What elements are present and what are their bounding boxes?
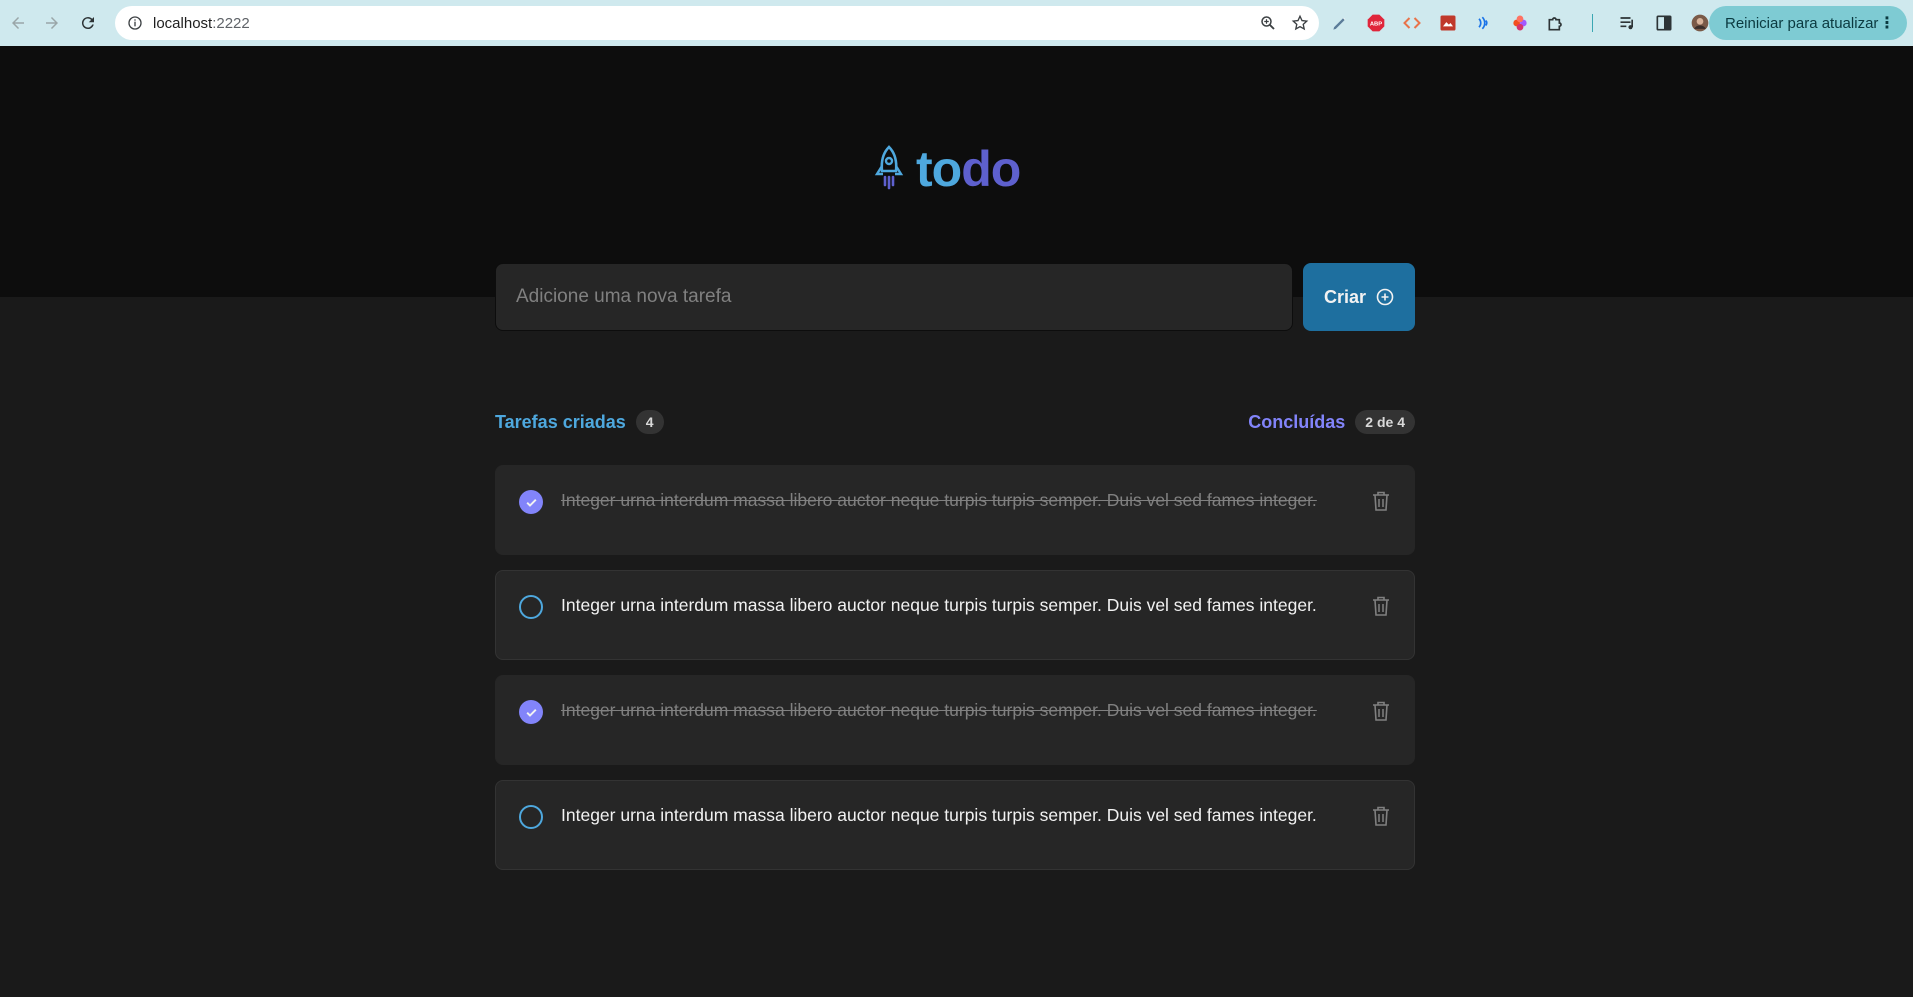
code-icon[interactable] (1400, 11, 1424, 35)
task-text: Integer urna interdum massa libero aucto… (561, 490, 1317, 510)
update-label: Reiniciar para atualizar (1725, 14, 1879, 32)
svg-text:ABP: ABP (1370, 22, 1382, 28)
pen-icon[interactable] (1328, 11, 1352, 35)
app-logo: todo (872, 140, 1021, 198)
wave-icon[interactable] (1472, 11, 1496, 35)
created-label: Tarefas criadas (495, 411, 626, 432)
task-item: Integer urna interdum massa libero aucto… (495, 465, 1415, 555)
reload-icon[interactable] (73, 8, 103, 38)
trash-icon[interactable] (1369, 594, 1393, 618)
task-text: Integer urna interdum massa libero aucto… (561, 700, 1317, 720)
more-menu-icon[interactable]: ⋮ (1879, 13, 1895, 33)
bookmark-star-icon[interactable] (1291, 14, 1309, 32)
checkmark-icon (525, 498, 537, 507)
done-counter: Concluídas 2 de 4 (1248, 410, 1415, 434)
site-info-icon[interactable] (127, 15, 143, 31)
created-counter: Tarefas criadas 4 (495, 410, 664, 434)
created-count-badge: 4 (635, 410, 664, 434)
task-text: Integer urna interdum massa libero aucto… (561, 595, 1317, 615)
rocket-icon (874, 145, 904, 190)
logo-text: todo (916, 141, 1021, 197)
task-list: Integer urna interdum massa libero aucto… (495, 465, 1415, 885)
sidepanel-icon[interactable] (1652, 11, 1676, 35)
new-task-input[interactable] (495, 263, 1293, 331)
create-label: Criar (1323, 286, 1367, 307)
browser-toolbar: localhost:2222 ABP Reiniciar para atuali… (0, 0, 1913, 46)
task-checkbox-checked[interactable] (519, 700, 543, 724)
figma-icon[interactable] (1508, 11, 1532, 35)
create-button[interactable]: Criar (1303, 263, 1415, 331)
trash-icon[interactable] (1369, 489, 1393, 513)
zoom-icon[interactable] (1259, 14, 1277, 32)
forward-icon[interactable] (37, 8, 67, 38)
adblock-icon[interactable]: ABP (1364, 11, 1388, 35)
address-bar[interactable]: localhost:2222 (115, 6, 1319, 40)
task-counters: Tarefas criadas 4 Concluídas 2 de 4 (495, 409, 1415, 435)
checkmark-icon (525, 708, 537, 717)
task-checkbox-unchecked[interactable] (519, 595, 543, 619)
done-label: Concluídas (1248, 411, 1346, 432)
task-item: Integer urna interdum massa libero aucto… (495, 780, 1415, 870)
media-icon[interactable] (1616, 11, 1640, 35)
extensions-area: ABP (1328, 0, 1712, 46)
back-icon[interactable] (3, 8, 33, 38)
image-ext-icon[interactable] (1436, 11, 1460, 35)
done-count-badge: 2 de 4 (1355, 410, 1415, 434)
task-text: Integer urna interdum massa libero aucto… (561, 805, 1317, 825)
task-item: Integer urna interdum massa libero aucto… (495, 675, 1415, 765)
plus-circle-icon (1376, 288, 1394, 306)
puzzle-icon[interactable] (1544, 11, 1568, 35)
trash-icon[interactable] (1369, 699, 1393, 723)
update-button[interactable]: Reiniciar para atualizar ⋮ (1709, 6, 1907, 40)
task-item: Integer urna interdum massa libero aucto… (495, 570, 1415, 660)
url-text: localhost:2222 (153, 14, 250, 32)
task-checkbox-unchecked[interactable] (519, 805, 543, 829)
task-checkbox-checked[interactable] (519, 490, 543, 514)
divider (1580, 11, 1604, 35)
trash-icon[interactable] (1369, 804, 1393, 828)
